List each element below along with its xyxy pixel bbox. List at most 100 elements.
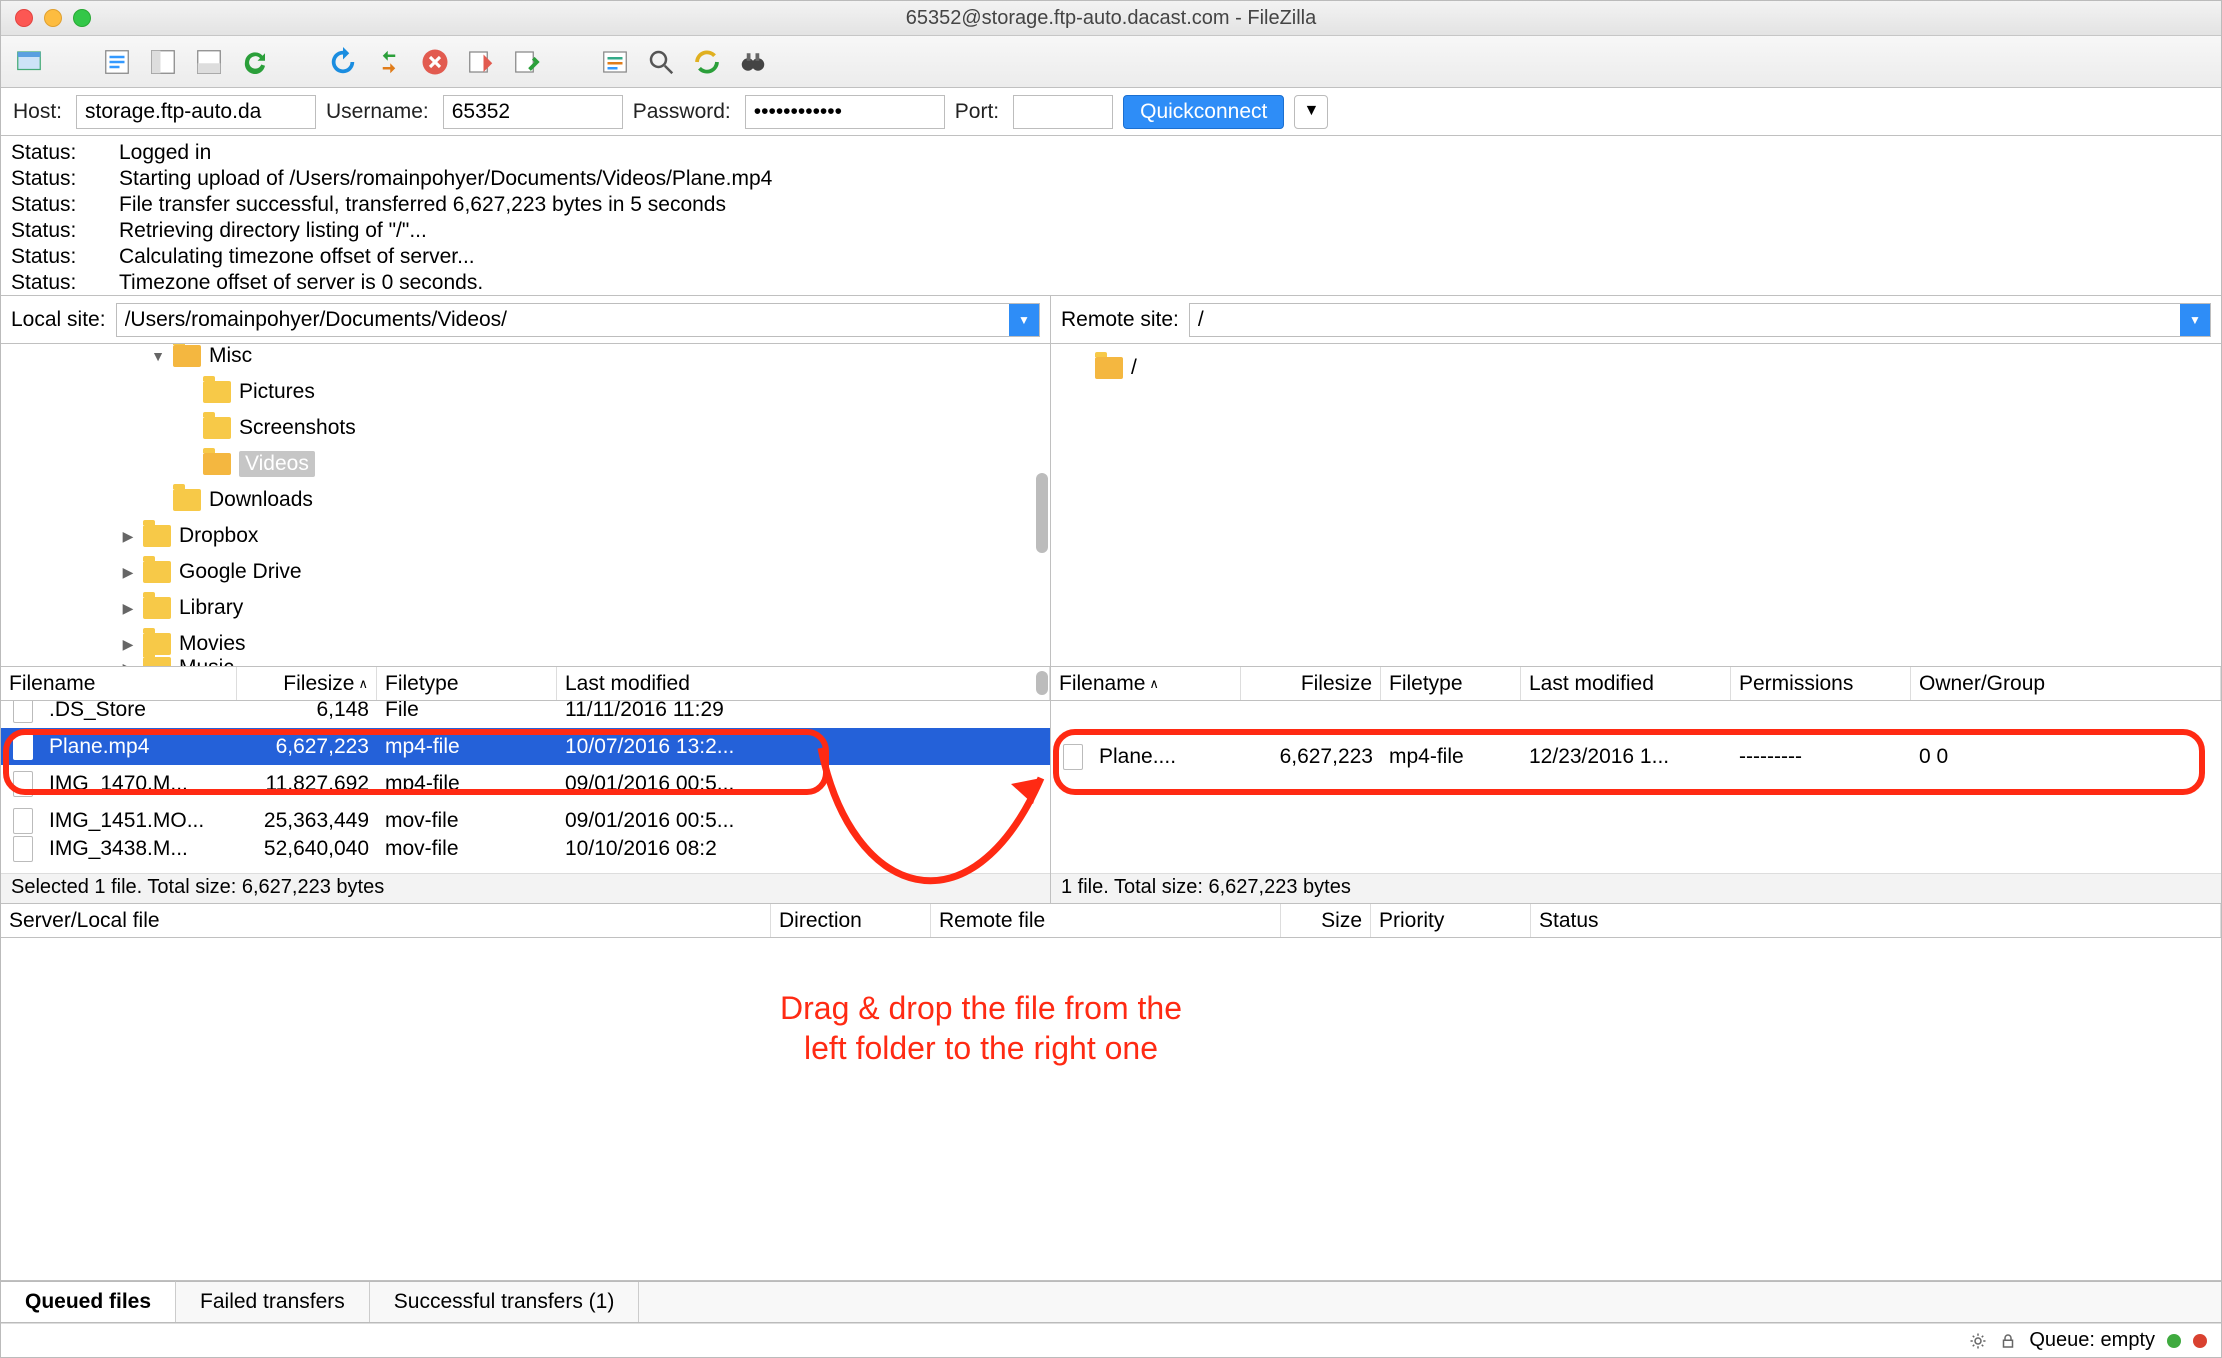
tree-item[interactable]: Videos <box>1 446 1050 482</box>
tree-item[interactable]: Screenshots <box>1 410 1050 446</box>
folder-icon <box>203 381 231 403</box>
port-input[interactable] <box>1013 95 1113 129</box>
disconnect-icon[interactable] <box>461 42 501 82</box>
password-input[interactable] <box>745 95 945 129</box>
local-path-dropdown[interactable]: ▼ <box>1009 304 1039 336</box>
process-queue-icon[interactable] <box>323 42 363 82</box>
settings-icon[interactable] <box>1969 1332 1987 1350</box>
site-manager-icon[interactable] <box>9 42 49 82</box>
col-remote-file[interactable]: Remote file <box>931 904 1281 937</box>
col-priority[interactable]: Priority <box>1371 904 1531 937</box>
col-status[interactable]: Status <box>1531 904 2221 937</box>
binoculars-icon[interactable] <box>733 42 773 82</box>
file-icon <box>13 734 33 760</box>
filter-icon[interactable] <box>595 42 635 82</box>
file-type: mov-file <box>377 809 557 833</box>
col-permissions[interactable]: Permissions <box>1731 667 1911 700</box>
search-icon[interactable] <box>641 42 681 82</box>
col-filesize[interactable]: Filesize∧ <box>237 667 377 700</box>
cancel-icon[interactable] <box>415 42 455 82</box>
disclosure-icon[interactable]: ▶ <box>121 636 135 653</box>
folder-icon <box>203 417 231 439</box>
file-icon <box>13 808 33 834</box>
tree-item[interactable]: Pictures <box>1 374 1050 410</box>
quickconnect-history-button[interactable]: ▼ <box>1294 95 1328 129</box>
queue-header[interactable]: Server/Local file Direction Remote file … <box>1 904 2221 938</box>
scrollbar[interactable] <box>1036 671 1048 695</box>
tree-item[interactable]: ▶Dropbox <box>1 518 1050 554</box>
host-input[interactable] <box>76 95 316 129</box>
local-site-label: Local site: <box>11 308 106 332</box>
scrollbar[interactable] <box>1036 473 1048 553</box>
file-icon <box>13 771 33 797</box>
remote-file-list[interactable]: Plane....6,627,223mp4-file12/23/2016 1..… <box>1051 701 2221 873</box>
col-filetype[interactable]: Filetype <box>1381 667 1521 700</box>
log-label: Status: <box>11 166 91 192</box>
tree-item[interactable]: ▶ Library <box>1 590 1050 626</box>
titlebar: 65352@storage.ftp-auto.dacast.com - File… <box>1 1 2221 36</box>
local-status: Selected 1 file. Total size: 6,627,223 b… <box>1 873 1050 903</box>
disclosure-icon[interactable]: ▶ <box>121 600 135 617</box>
col-filename[interactable]: Filename∧ <box>1051 667 1241 700</box>
toggle-log-icon[interactable] <box>97 42 137 82</box>
tab-successful[interactable]: Successful transfers (1) <box>370 1282 640 1322</box>
tree-label: Library <box>179 596 243 620</box>
compare-icon[interactable] <box>687 42 727 82</box>
tree-item[interactable]: ▶Google Drive <box>1 554 1050 590</box>
col-direction[interactable]: Direction <box>771 904 931 937</box>
reconnect-icon[interactable] <box>507 42 547 82</box>
tab-failed[interactable]: Failed transfers <box>176 1282 370 1322</box>
log-message: Logged in <box>119 140 211 166</box>
remote-path-dropdown[interactable]: ▼ <box>2180 304 2210 336</box>
password-label: Password: <box>633 100 731 124</box>
transfer-tabs: Queued files Failed transfers Successful… <box>1 1281 2221 1323</box>
col-filesize[interactable]: Filesize <box>1241 667 1381 700</box>
lock-icon[interactable] <box>1999 1332 2017 1350</box>
file-size: 25,363,449 <box>237 809 377 833</box>
remote-directory-tree[interactable]: / <box>1051 344 2221 667</box>
toggle-queue-icon[interactable] <box>189 42 229 82</box>
col-lastmod[interactable]: Last modified <box>557 667 1050 700</box>
col-filename[interactable]: Filename <box>1 667 237 700</box>
username-input[interactable] <box>443 95 623 129</box>
file-row[interactable]: IMG_1451.MO...25,363,449mov-file09/01/20… <box>1 802 1050 839</box>
file-row[interactable]: Plane.mp46,627,223mp4-file10/07/2016 13:… <box>1 728 1050 765</box>
file-icon <box>13 836 33 862</box>
refresh-icon[interactable] <box>235 42 275 82</box>
local-file-header[interactable]: Filename Filesize∧ Filetype Last modifie… <box>1 667 1050 701</box>
disclosure-icon[interactable]: ▶ <box>121 528 135 545</box>
file-modified: 09/01/2016 00:5... <box>557 809 1050 833</box>
log-message: File transfer successful, transferred 6,… <box>119 192 726 218</box>
col-filetype[interactable]: Filetype <box>377 667 557 700</box>
status-bar: Queue: empty <box>1 1323 2221 1357</box>
disclosure-icon[interactable]: ▶ <box>121 660 135 668</box>
file-name: IMG_1451.MO... <box>41 809 237 833</box>
tab-queued[interactable]: Queued files <box>0 1281 176 1322</box>
tree-item[interactable]: / <box>1051 350 2221 386</box>
col-size[interactable]: Size <box>1281 904 1371 937</box>
file-row[interactable]: IMG_1470.M...11,827,692mp4-file09/01/201… <box>1 765 1050 802</box>
tree-item[interactable]: ▼Misc <box>1 344 1050 374</box>
file-type: mp4-file <box>377 735 557 759</box>
file-owner: 0 0 <box>1911 745 2221 769</box>
file-row[interactable]: Plane....6,627,223mp4-file12/23/2016 1..… <box>1051 738 2221 775</box>
toggle-tree-icon[interactable] <box>143 42 183 82</box>
file-size: 52,640,040 <box>237 837 377 861</box>
col-owner[interactable]: Owner/Group <box>1911 667 2221 700</box>
local-file-list[interactable]: .DS_Store6,148File11/11/2016 11:29Plane.… <box>1 701 1050 873</box>
log-message: Starting upload of /Users/romainpohyer/D… <box>119 166 772 192</box>
file-row[interactable]: IMG_3438.M...52,640,040mov-file10/10/201… <box>1 839 1050 859</box>
remote-file-header[interactable]: Filename∧ Filesize Filetype Last modifie… <box>1051 667 2221 701</box>
folder-icon <box>143 561 171 583</box>
disclosure-icon[interactable]: ▶ <box>121 564 135 581</box>
file-row[interactable]: .DS_Store6,148File11/11/2016 11:29 <box>1 701 1050 728</box>
local-directory-tree[interactable]: ▼MiscPicturesScreenshotsVideosDownloads▶… <box>1 344 1050 667</box>
local-path-input[interactable] <box>116 303 1040 337</box>
disclosure-icon[interactable]: ▼ <box>151 348 165 364</box>
col-server-file[interactable]: Server/Local file <box>1 904 771 937</box>
col-lastmod[interactable]: Last modified <box>1521 667 1731 700</box>
toggle-sync-icon[interactable] <box>369 42 409 82</box>
remote-path-input[interactable] <box>1189 303 2211 337</box>
tree-item[interactable]: Downloads <box>1 482 1050 518</box>
quickconnect-button[interactable]: Quickconnect <box>1123 95 1284 129</box>
